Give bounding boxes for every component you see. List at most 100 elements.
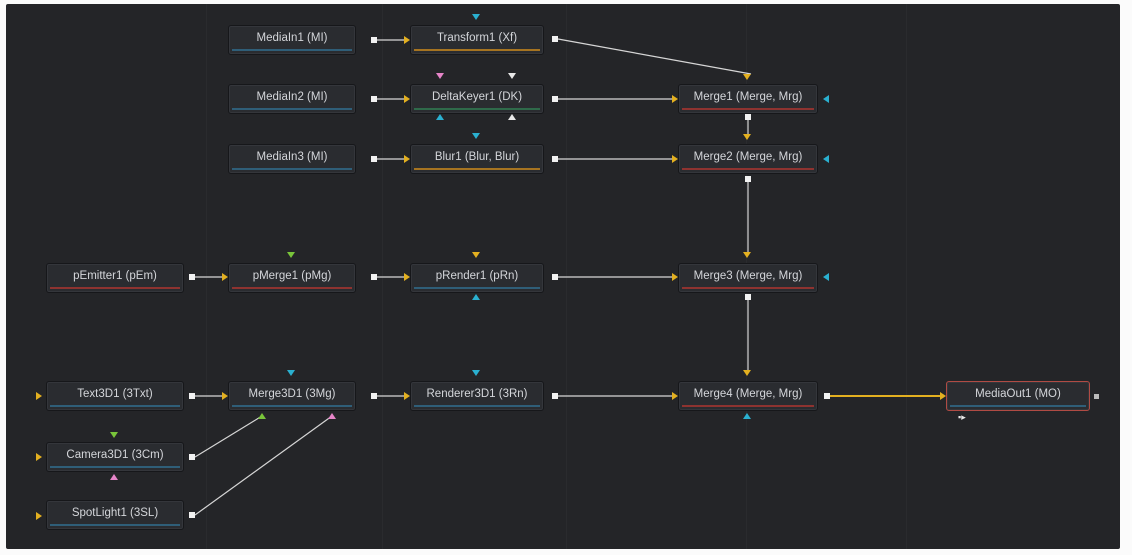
node-merge3[interactable]: Merge3 (Merge, Mrg): [678, 263, 818, 293]
node-renderer3d1[interactable]: Renderer3D1 (3Rn): [410, 381, 544, 411]
node-pmerge1[interactable]: pMerge1 (pMg): [228, 263, 356, 293]
input-arrow[interactable]: [743, 370, 751, 376]
output-port[interactable]: [371, 37, 377, 43]
input-arrow[interactable]: [508, 114, 516, 120]
node-label: Merge4 (Merge, Mrg): [693, 388, 803, 400]
input-arrow[interactable]: [258, 413, 266, 419]
input-arrow[interactable]: [222, 273, 228, 281]
node-mediain2[interactable]: MediaIn2 (MI): [228, 84, 356, 114]
node-label: MediaIn1 (MI): [256, 32, 328, 44]
input-arrow[interactable]: [287, 252, 295, 258]
output-port[interactable]: [371, 274, 377, 280]
output-port[interactable]: [371, 156, 377, 162]
connection-wire[interactable]: [194, 415, 263, 458]
input-arrow[interactable]: [743, 413, 751, 419]
node-label: MediaOut1 (MO): [975, 388, 1061, 400]
node-editor-canvas[interactable]: MediaIn1 (MI) Transform1 (Xf) MediaIn2 (…: [6, 4, 1120, 549]
input-arrow[interactable]: [110, 432, 118, 438]
input-arrow[interactable]: [743, 252, 751, 258]
node-label: pEmitter1 (pEm): [73, 270, 157, 282]
node-deltakeyer1[interactable]: DeltaKeyer1 (DK): [410, 84, 544, 114]
node-mediain3[interactable]: MediaIn3 (MI): [228, 144, 356, 174]
node-pemitter1[interactable]: pEmitter1 (pEm): [46, 263, 184, 293]
input-arrow[interactable]: [36, 512, 42, 520]
node-merge2[interactable]: Merge2 (Merge, Mrg): [678, 144, 818, 174]
input-arrow[interactable]: [404, 36, 410, 44]
output-port[interactable]: [824, 393, 830, 399]
node-label: Merge2 (Merge, Mrg): [693, 151, 803, 163]
mask-input-arrow[interactable]: [823, 95, 829, 103]
node-label: SpotLight1 (3SL): [71, 507, 159, 519]
input-arrow[interactable]: [472, 133, 480, 139]
output-port[interactable]: [552, 274, 558, 280]
node-label: MediaIn3 (MI): [256, 151, 328, 163]
node-label: Merge3 (Merge, Mrg): [693, 270, 803, 282]
input-arrow[interactable]: [472, 14, 480, 20]
input-arrow[interactable]: [672, 273, 678, 281]
output-port[interactable]: [552, 36, 558, 42]
node-prender1[interactable]: pRender1 (pRn): [410, 263, 544, 293]
node-spotlight1[interactable]: SpotLight1 (3SL): [46, 500, 184, 530]
output-port[interactable]: [371, 96, 377, 102]
output-port[interactable]: [189, 454, 195, 460]
node-merge4[interactable]: Merge4 (Merge, Mrg): [678, 381, 818, 411]
input-arrow[interactable]: [328, 413, 336, 419]
mask-input-arrow[interactable]: [823, 155, 829, 163]
input-arrow[interactable]: [436, 114, 444, 120]
node-label: Camera3D1 (3Cm): [66, 449, 164, 461]
input-arrow[interactable]: [36, 453, 42, 461]
node-merge3d1[interactable]: Merge3D1 (3Mg): [228, 381, 356, 411]
input-arrow[interactable]: [508, 73, 516, 79]
input-arrow[interactable]: [472, 370, 480, 376]
output-port[interactable]: [1094, 394, 1099, 399]
input-arrow[interactable]: [404, 95, 410, 103]
node-label: Blur1 (Blur, Blur): [434, 151, 520, 163]
output-port[interactable]: [552, 393, 558, 399]
node-label: MediaIn2 (MI): [256, 91, 328, 103]
node-mediain1[interactable]: MediaIn1 (MI): [228, 25, 356, 55]
node-label: Merge3D1 (3Mg): [248, 388, 336, 400]
node-text3d1[interactable]: Text3D1 (3Txt): [46, 381, 184, 411]
input-arrow[interactable]: [672, 95, 678, 103]
node-label: Renderer3D1 (3Rn): [426, 388, 528, 400]
input-arrow[interactable]: [287, 370, 295, 376]
output-port[interactable]: [189, 512, 195, 518]
connection-wire[interactable]: [557, 38, 752, 75]
input-arrow[interactable]: [222, 392, 228, 400]
input-arrow[interactable]: [110, 474, 118, 480]
input-arrow[interactable]: [436, 73, 444, 79]
input-arrow[interactable]: [404, 392, 410, 400]
node-camera3d1[interactable]: Camera3D1 (3Cm): [46, 442, 184, 472]
node-label: DeltaKeyer1 (DK): [431, 91, 523, 103]
input-arrow[interactable]: [404, 155, 410, 163]
output-port[interactable]: [552, 156, 558, 162]
node-label: pRender1 (pRn): [435, 270, 519, 282]
input-arrow[interactable]: [404, 273, 410, 281]
mask-input-arrow[interactable]: [823, 273, 829, 281]
viewer-indicator: ▪▸: [958, 412, 966, 422]
output-port[interactable]: [745, 114, 751, 120]
output-port[interactable]: [371, 393, 377, 399]
node-transform1[interactable]: Transform1 (Xf): [410, 25, 544, 55]
input-arrow[interactable]: [472, 294, 480, 300]
node-merge1[interactable]: Merge1 (Merge, Mrg): [678, 84, 818, 114]
input-arrow[interactable]: [672, 155, 678, 163]
node-label: Merge1 (Merge, Mrg): [693, 91, 803, 103]
input-arrow[interactable]: [672, 392, 678, 400]
node-label: Text3D1 (3Txt): [77, 388, 153, 400]
node-mediaout1[interactable]: MediaOut1 (MO): [946, 381, 1090, 411]
output-port[interactable]: [745, 176, 751, 182]
connection-wire[interactable]: [194, 415, 333, 516]
output-port[interactable]: [552, 96, 558, 102]
node-label: pMerge1 (pMg): [252, 270, 332, 282]
input-arrow[interactable]: [743, 134, 751, 140]
node-label: Transform1 (Xf): [436, 32, 518, 44]
output-port[interactable]: [745, 294, 751, 300]
node-blur1[interactable]: Blur1 (Blur, Blur): [410, 144, 544, 174]
input-arrow[interactable]: [36, 392, 42, 400]
output-port[interactable]: [189, 274, 195, 280]
input-arrow[interactable]: [743, 74, 751, 80]
output-port[interactable]: [189, 393, 195, 399]
input-arrow[interactable]: [472, 252, 480, 258]
input-arrow[interactable]: [940, 392, 946, 400]
